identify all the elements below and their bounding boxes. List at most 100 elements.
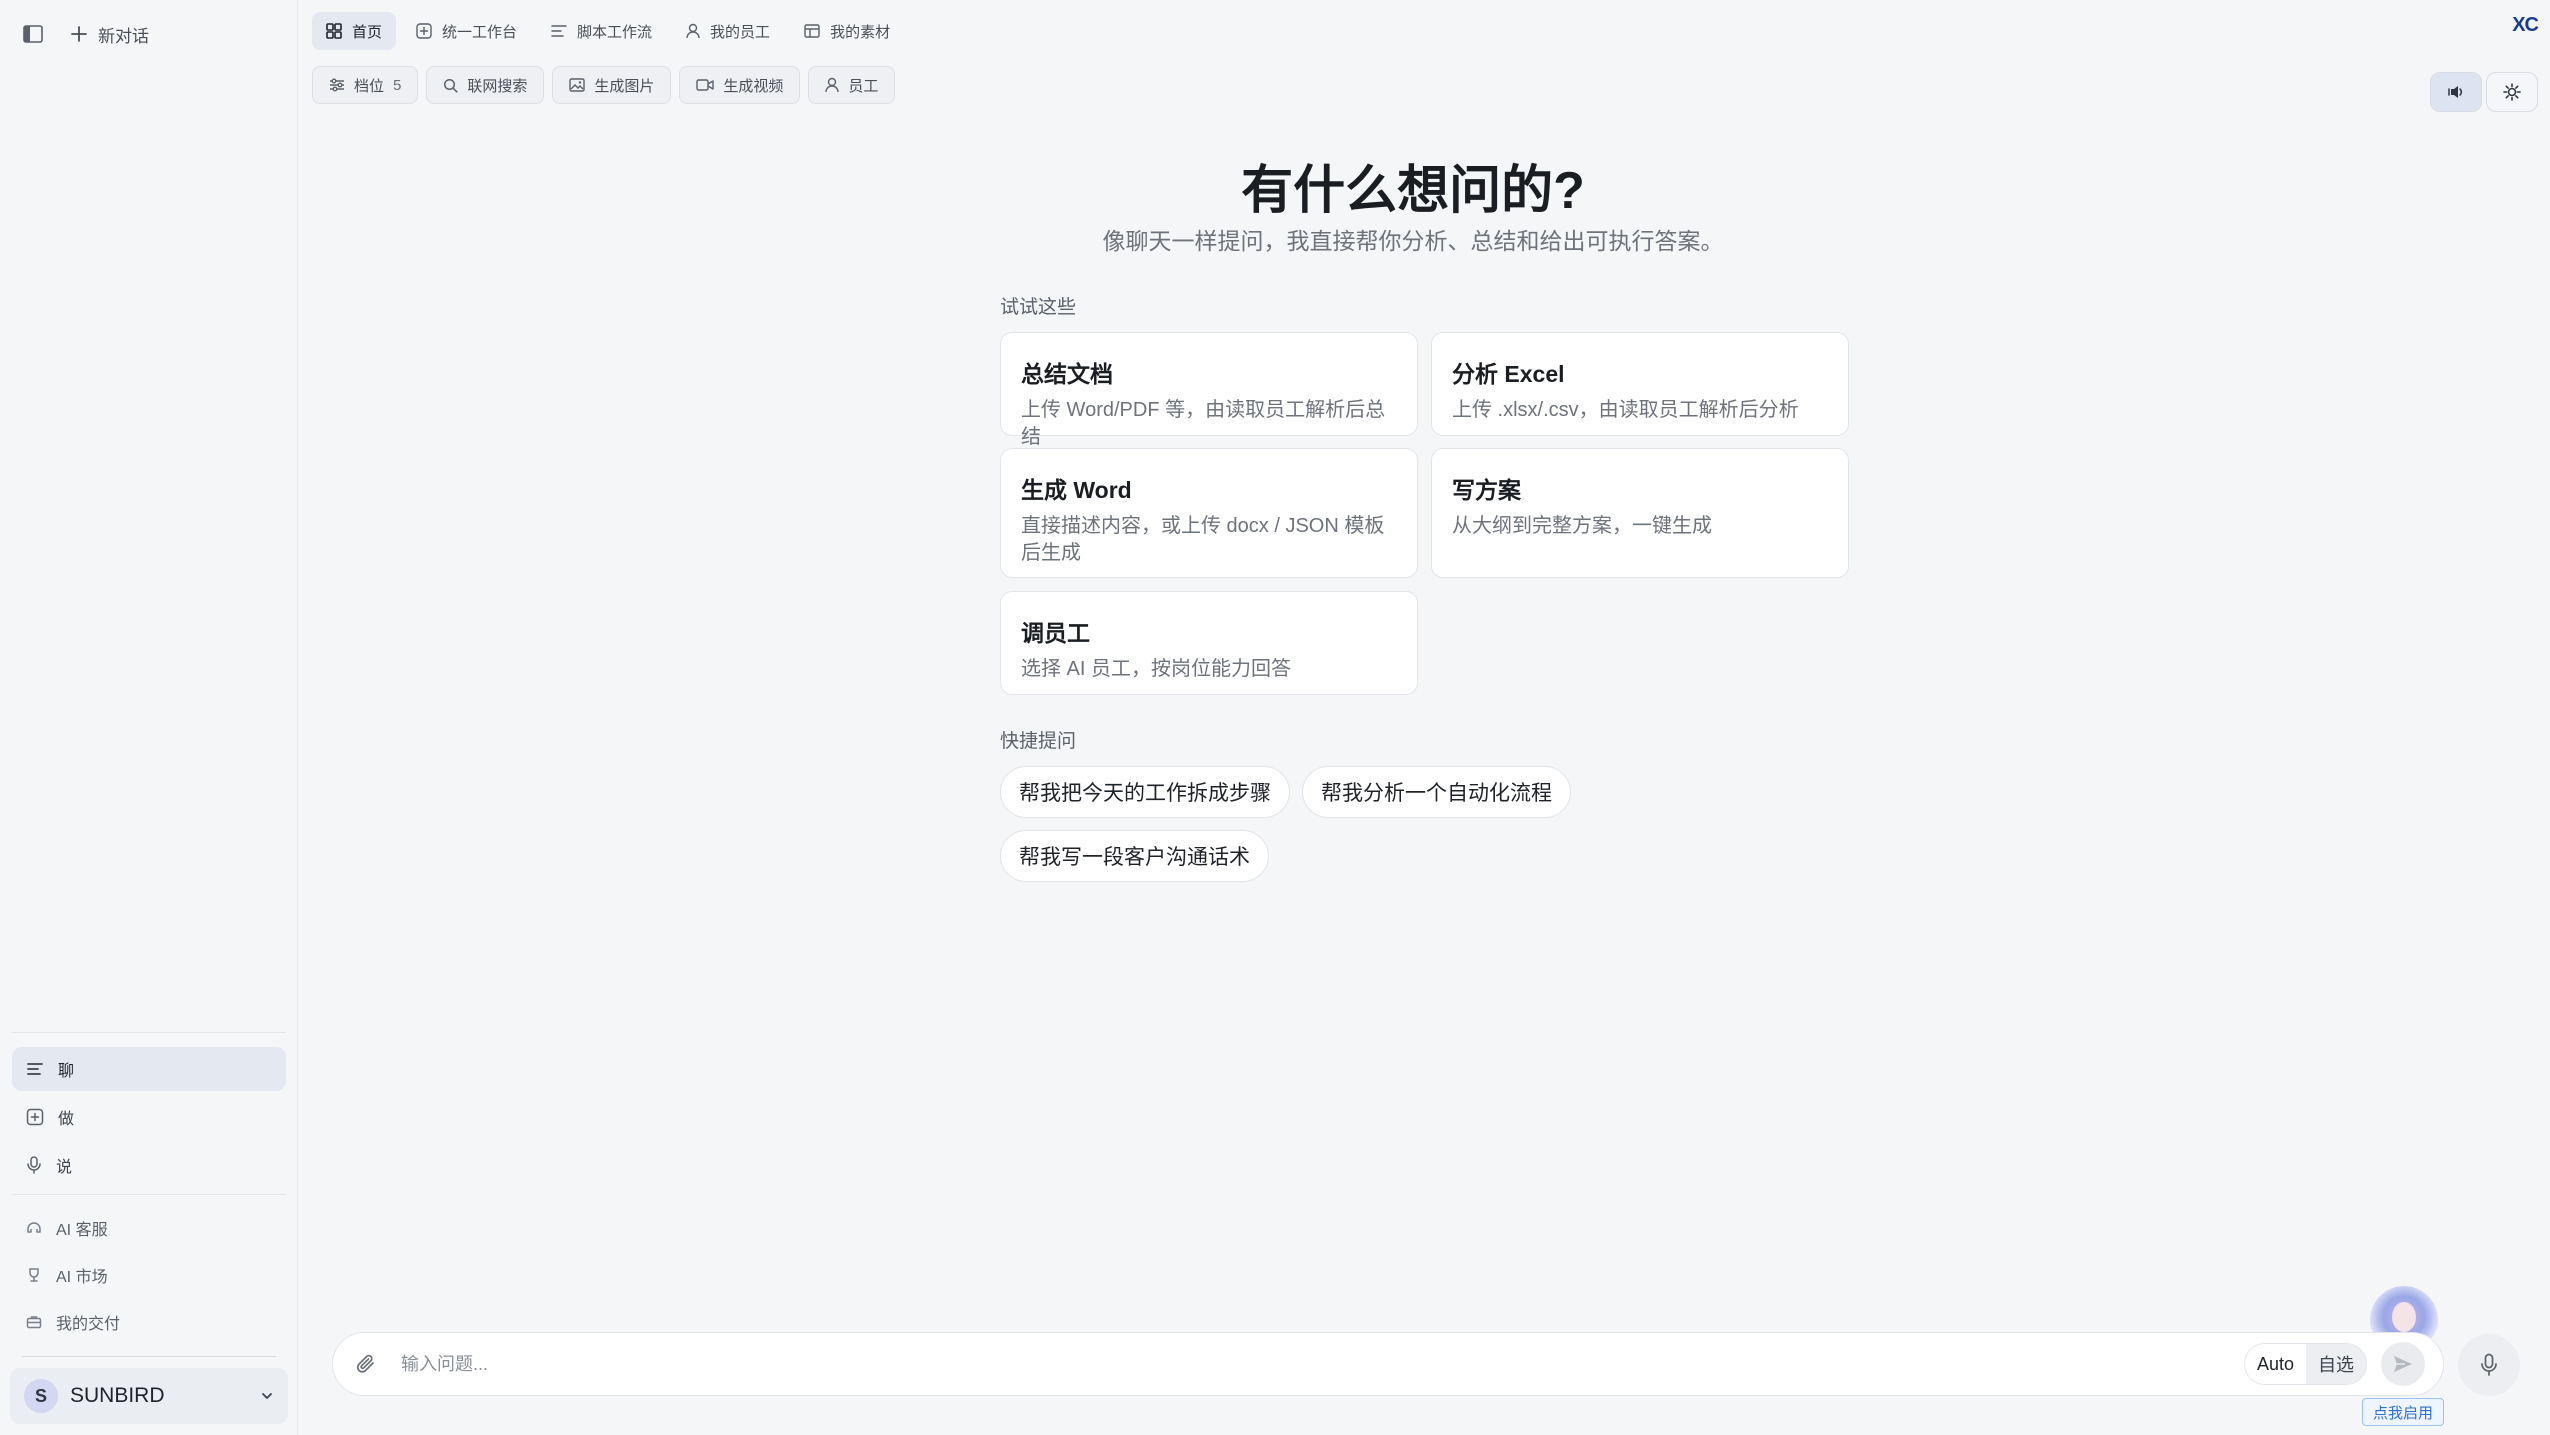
card-desc: 直接描述内容，或上传 docx / JSON 模板后生成 xyxy=(1021,515,1385,564)
chip-label: 联网搜索 xyxy=(467,77,528,95)
suggestion-card-write-plan[interactable]: 写方案 从大纲到完整方案，一键生成 xyxy=(1431,448,1849,578)
sidebar-main-nav: 聊 做 说 xyxy=(12,1032,286,1191)
plus-icon xyxy=(70,25,88,43)
sidebar-item-label: AI 客服 xyxy=(56,1222,108,1239)
tab-my-employees[interactable]: 我的员工 xyxy=(672,12,784,50)
grid-icon xyxy=(326,23,342,39)
suggestion-card-summarize-doc[interactable]: 总结文档 上传 Word/PDF 等，由读取员工解析后总结 xyxy=(1000,332,1418,448)
sidebar-item-speak[interactable]: 说 xyxy=(12,1143,286,1187)
assistant-face xyxy=(2392,1302,2416,1332)
tab-unified-workbench[interactable]: 统一工作台 xyxy=(402,12,531,50)
plus-square-icon xyxy=(416,23,432,39)
sidebar-item-ai-market[interactable]: AI 市场 xyxy=(12,1252,286,1298)
question-input[interactable] xyxy=(401,1353,2244,1375)
chat-lines-icon xyxy=(26,1061,44,1077)
level-value: 5 xyxy=(393,76,402,94)
generate-image-toggle[interactable]: 生成图片 xyxy=(552,66,672,104)
tab-script-workflow[interactable]: 脚本工作流 xyxy=(537,12,666,50)
card-desc: 选择 AI 员工，按岗位能力回答 xyxy=(1021,658,1292,680)
paperclip-icon[interactable] xyxy=(351,1349,381,1379)
video-icon xyxy=(696,78,715,92)
enable-voice-tooltip[interactable]: 点我启用 xyxy=(2362,1398,2445,1426)
quick-question-chip[interactable]: 帮我把今天的工作拆成步骤 xyxy=(1000,766,1290,818)
chip-label: 生成图片 xyxy=(594,77,655,95)
voice-input-button[interactable] xyxy=(2458,1334,2520,1396)
tab-label: 首页 xyxy=(352,23,383,41)
top-nav: 首页 统一工作台 脚本工作流 我的员工 我的素材 xyxy=(312,12,904,50)
composer: Auto 自选 xyxy=(332,1332,2444,1396)
sidebar-item-label: 做 xyxy=(58,1111,75,1128)
page-subtitle: 像聊天一样提问，我直接帮你分析、总结和给出可执行答案。 xyxy=(1102,228,1724,254)
card-title: 分析 Excel xyxy=(1452,361,1565,387)
suggestion-card-call-employee[interactable]: 调员工 选择 AI 员工，按岗位能力回答 xyxy=(1000,591,1418,695)
chip-label: 生成视频 xyxy=(723,77,784,95)
suggestion-card-analyze-excel[interactable]: 分析 Excel 上传 .xlsx/.csv，由读取员工解析后分析 xyxy=(1431,332,1849,436)
tab-my-materials[interactable]: 我的素材 xyxy=(790,12,904,50)
sidebar-divider xyxy=(22,1356,276,1357)
send-icon xyxy=(2393,1355,2413,1373)
chevron-down-icon xyxy=(260,1389,274,1403)
send-button[interactable] xyxy=(2381,1342,2425,1386)
tab-label: 我的素材 xyxy=(830,23,891,41)
level-label: 档位 xyxy=(354,77,385,95)
theme-toggle-button[interactable] xyxy=(2486,72,2538,112)
card-desc: 上传 Word/PDF 等，由读取员工解析后总结 xyxy=(1021,399,1386,448)
person-icon xyxy=(686,23,700,39)
employee-selector[interactable]: 员工 xyxy=(808,66,896,104)
card-desc: 上传 .xlsx/.csv，由读取员工解析后分析 xyxy=(1452,399,1799,421)
image-icon xyxy=(569,78,586,92)
chip-label: 员工 xyxy=(848,77,879,95)
mode-auto-button[interactable]: Auto xyxy=(2244,1344,2306,1384)
composer-toolbar: 档位 5 联网搜索 生成图片 生成视频 员工 xyxy=(312,66,896,104)
quick-questions-heading: 快捷提问 xyxy=(1000,731,1077,752)
brand-logo: XC xyxy=(2512,14,2539,36)
audio-toggle-button[interactable] xyxy=(2430,72,2482,112)
briefcase-icon xyxy=(26,1314,42,1330)
microphone-icon xyxy=(26,1156,42,1174)
card-desc: 从大纲到完整方案，一键生成 xyxy=(1452,515,1712,537)
tab-label: 统一工作台 xyxy=(442,23,518,41)
sliders-icon xyxy=(329,78,345,92)
tab-home[interactable]: 首页 xyxy=(312,12,397,50)
sun-icon xyxy=(2503,83,2521,101)
suggestions-heading: 试试这些 xyxy=(1000,297,1077,318)
quick-question-chip[interactable]: 帮我写一段客户沟通话术 xyxy=(1000,830,1269,882)
sidebar-item-label: 说 xyxy=(56,1159,73,1176)
person-icon xyxy=(825,77,840,93)
speaker-icon xyxy=(2447,84,2465,100)
user-menu[interactable]: S SUNBIRD xyxy=(10,1368,288,1424)
sidebar-item-label: 我的交付 xyxy=(56,1316,121,1333)
sidebar-item-ai-service[interactable]: AI 客服 xyxy=(12,1205,286,1251)
card-title: 调员工 xyxy=(1021,620,1090,646)
suggestion-card-generate-word[interactable]: 生成 Word 直接描述内容，或上传 docx / JSON 模板后生成 xyxy=(1000,448,1418,578)
assistant-avatar[interactable] xyxy=(2370,1286,2438,1338)
web-search-toggle[interactable]: 联网搜索 xyxy=(426,66,545,104)
card-title: 生成 Word xyxy=(1021,477,1132,503)
tab-label: 脚本工作流 xyxy=(577,23,653,41)
microphone-icon xyxy=(2480,1353,2498,1377)
user-name: SUNBIRD xyxy=(70,1384,165,1407)
level-selector[interactable]: 档位 5 xyxy=(312,66,419,104)
avatar: S xyxy=(24,1379,58,1413)
sidebar-secondary-nav: AI 客服 AI 市场 我的交付 xyxy=(12,1194,286,1346)
tab-label: 我的员工 xyxy=(710,23,771,41)
sidebar-top: 新对话 xyxy=(22,18,149,50)
headset-icon xyxy=(26,1220,42,1236)
plus-square-icon xyxy=(26,1108,44,1126)
sidebar-item-chat[interactable]: 聊 xyxy=(12,1047,286,1091)
generate-video-toggle[interactable]: 生成视频 xyxy=(679,66,801,104)
card-title: 写方案 xyxy=(1452,477,1521,503)
trophy-icon xyxy=(26,1267,42,1283)
lines-icon xyxy=(551,24,567,38)
search-icon xyxy=(443,78,458,93)
new-chat-button[interactable]: 新对话 xyxy=(70,22,149,47)
view-controls xyxy=(2430,72,2538,112)
sidebar-item-label: 聊 xyxy=(58,1063,75,1080)
quick-question-chip[interactable]: 帮我分析一个自动化流程 xyxy=(1302,766,1571,818)
page-title: 有什么想问的? xyxy=(1241,162,1585,220)
sidebar-item-do[interactable]: 做 xyxy=(12,1095,286,1139)
sidebar-item-my-deliveries[interactable]: 我的交付 xyxy=(12,1299,286,1345)
mode-custom-button[interactable]: 自选 xyxy=(2306,1344,2366,1384)
new-chat-label: 新对话 xyxy=(98,26,149,46)
sidebar-toggle-icon[interactable] xyxy=(22,23,44,45)
